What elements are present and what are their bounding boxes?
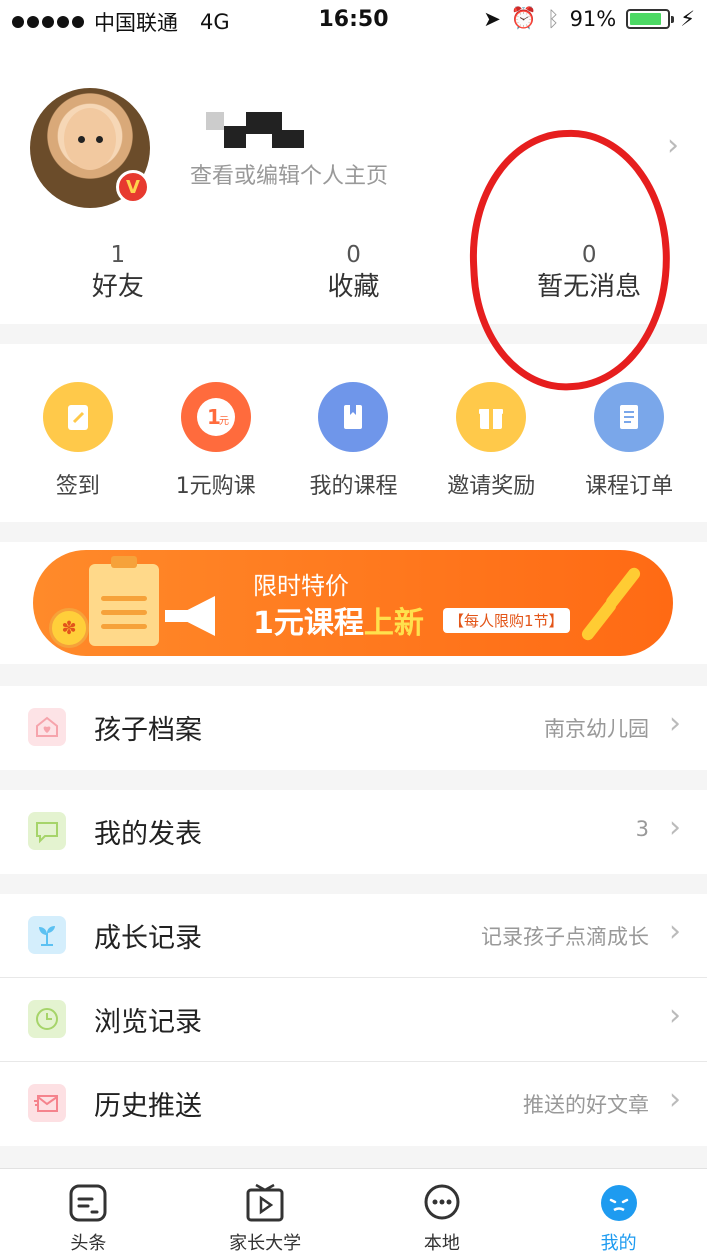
gift-icon bbox=[456, 382, 527, 452]
status-right: ➤ ⏰ ᛒ 91% ⚡ bbox=[483, 6, 695, 31]
tab-mine[interactable]: 我的 bbox=[530, 1169, 707, 1258]
tab-local[interactable]: 本地 bbox=[354, 1169, 531, 1258]
quick-action-one-yuan[interactable]: 1元 1元购课 bbox=[147, 344, 285, 522]
menu-row-browse-history[interactable]: 浏览记录 › bbox=[0, 978, 707, 1062]
tab-label: 头条 bbox=[70, 1233, 107, 1254]
banner-tag: 【每人限购1节】 bbox=[443, 608, 570, 633]
avatar[interactable]: V bbox=[30, 88, 150, 208]
quick-action-my-courses[interactable]: 我的课程 bbox=[285, 344, 423, 522]
menu-row-label: 孩子档案 bbox=[94, 715, 202, 746]
edit-profile-link[interactable]: 查看或编辑个人主页 bbox=[190, 158, 388, 190]
battery-icon bbox=[626, 8, 675, 29]
username-mosaic bbox=[206, 112, 304, 148]
location-arrow-icon: ➤ bbox=[483, 6, 501, 31]
quick-action-course-orders[interactable]: 课程订单 bbox=[560, 344, 698, 522]
clipboard-line bbox=[101, 596, 147, 601]
chevron-right-icon: › bbox=[669, 914, 681, 949]
quick-action-label: 邀请奖励 bbox=[447, 474, 536, 499]
profile-face-icon bbox=[599, 1183, 639, 1223]
banner-line2-text: 1元课程 bbox=[253, 606, 364, 641]
menu-row-value: 3 bbox=[635, 817, 649, 841]
clock-icon bbox=[28, 1000, 66, 1038]
stat-friends[interactable]: 1 好友 bbox=[0, 240, 236, 304]
tab-headlines[interactable]: 头条 bbox=[0, 1169, 177, 1258]
charging-icon: ⚡ bbox=[680, 6, 695, 31]
menu-row-label: 历史推送 bbox=[94, 1091, 202, 1122]
stat-label: 暂无消息 bbox=[537, 272, 642, 302]
menu-row-value: 记录孩子点滴成长 bbox=[481, 925, 649, 949]
envelope-icon bbox=[28, 1084, 66, 1122]
tab-bar: 头条 家长大学 本地 我的 bbox=[0, 1168, 707, 1258]
tab-parent-university[interactable]: 家长大学 bbox=[177, 1169, 354, 1258]
avatar-eye bbox=[78, 136, 85, 143]
banner-line2: 1元课程上新 bbox=[253, 598, 424, 642]
stat-count: 0 bbox=[581, 242, 597, 268]
avatar-eye bbox=[96, 136, 103, 143]
chat-dots-icon bbox=[422, 1183, 462, 1223]
quick-action-invite-reward[interactable]: 邀请奖励 bbox=[422, 344, 560, 522]
stat-favorites[interactable]: 0 收藏 bbox=[236, 240, 472, 304]
quick-action-label: 我的课程 bbox=[309, 474, 398, 499]
chevron-right-icon: › bbox=[669, 1082, 681, 1117]
battery-percent: 91% bbox=[569, 6, 617, 31]
promo-banner[interactable]: ✽ 限时特价 1元课程上新 【每人限购1节】 bbox=[33, 550, 673, 656]
tab-label: 我的 bbox=[600, 1233, 637, 1254]
status-bar: 中国联通 4G 16:50 ➤ ⏰ ᛒ 91% ⚡ bbox=[0, 0, 707, 40]
clipboard-pen-icon bbox=[42, 382, 113, 452]
stat-count: 0 bbox=[346, 242, 361, 268]
bluetooth-icon: ᛒ bbox=[546, 6, 560, 31]
quick-action-label: 签到 bbox=[55, 474, 100, 499]
tab-label: 本地 bbox=[423, 1233, 460, 1254]
stat-label: 收藏 bbox=[327, 272, 380, 302]
menu-row-my-posts[interactable]: 我的发表 3 › bbox=[0, 790, 707, 874]
svg-text:元: 元 bbox=[219, 416, 229, 427]
menu-row-label: 浏览记录 bbox=[94, 1007, 202, 1038]
banner-decoration bbox=[579, 597, 619, 643]
tab-label: 家长大学 bbox=[229, 1233, 302, 1254]
house-heart-icon bbox=[28, 708, 66, 746]
quick-action-checkin[interactable]: 签到 bbox=[9, 344, 147, 522]
stat-label: 好友 bbox=[91, 272, 144, 302]
avatar-face bbox=[64, 108, 116, 170]
book-icon bbox=[318, 382, 389, 452]
clipboard-line bbox=[101, 610, 147, 615]
chevron-right-icon: › bbox=[669, 706, 681, 741]
menu-row-child-profile[interactable]: 孩子档案 南京幼儿园 › bbox=[0, 686, 707, 770]
clipboard-illustration-icon bbox=[89, 556, 159, 646]
menu-row-push-history[interactable]: 历史推送 推送的好文章 › bbox=[0, 1062, 707, 1146]
banner-line2-highlight: 上新 bbox=[363, 606, 424, 641]
chevron-right-icon: › bbox=[669, 810, 681, 845]
chevron-right-icon: › bbox=[669, 998, 681, 1033]
news-icon bbox=[68, 1183, 108, 1223]
megaphone-icon bbox=[165, 596, 215, 636]
clipboard-line bbox=[101, 624, 147, 629]
profile-stats: 1 好友 0 收藏 0 暂无消息 bbox=[0, 240, 707, 304]
menu-row-growth-record[interactable]: 成长记录 记录孩子点滴成长 › bbox=[0, 894, 707, 978]
vip-badge-icon: V bbox=[116, 170, 150, 204]
menu-row-value: 南京幼儿园 bbox=[544, 717, 649, 741]
profile-card: V 查看或编辑个人主页 › 1 好友 0 收藏 0 暂无消息 bbox=[0, 40, 707, 324]
coin-icon: ✽ bbox=[49, 608, 89, 648]
alarm-icon: ⏰ bbox=[510, 6, 537, 30]
quick-action-label: 课程订单 bbox=[585, 474, 674, 499]
menu-row-label: 成长记录 bbox=[94, 923, 202, 954]
video-play-icon bbox=[245, 1183, 285, 1223]
menu-row-value: 推送的好文章 bbox=[523, 1093, 649, 1117]
chat-bubble-icon bbox=[28, 812, 66, 850]
banner-line1: 限时特价 bbox=[253, 572, 349, 600]
document-icon bbox=[594, 382, 665, 452]
chevron-right-icon[interactable]: › bbox=[667, 128, 679, 163]
quick-action-label: 1元购课 bbox=[175, 474, 256, 499]
sprout-icon bbox=[28, 916, 66, 954]
quick-actions: 签到 1元 1元购课 我的课程 邀请奖励 课程订单 bbox=[0, 344, 707, 522]
one-yuan-coin-icon: 1元 bbox=[180, 382, 251, 452]
menu-row-label: 我的发表 bbox=[94, 819, 202, 850]
promo-banner-section: ✽ 限时特价 1元课程上新 【每人限购1节】 bbox=[0, 542, 707, 664]
stat-messages[interactable]: 0 暂无消息 bbox=[471, 240, 707, 304]
stat-count: 1 bbox=[110, 242, 126, 268]
